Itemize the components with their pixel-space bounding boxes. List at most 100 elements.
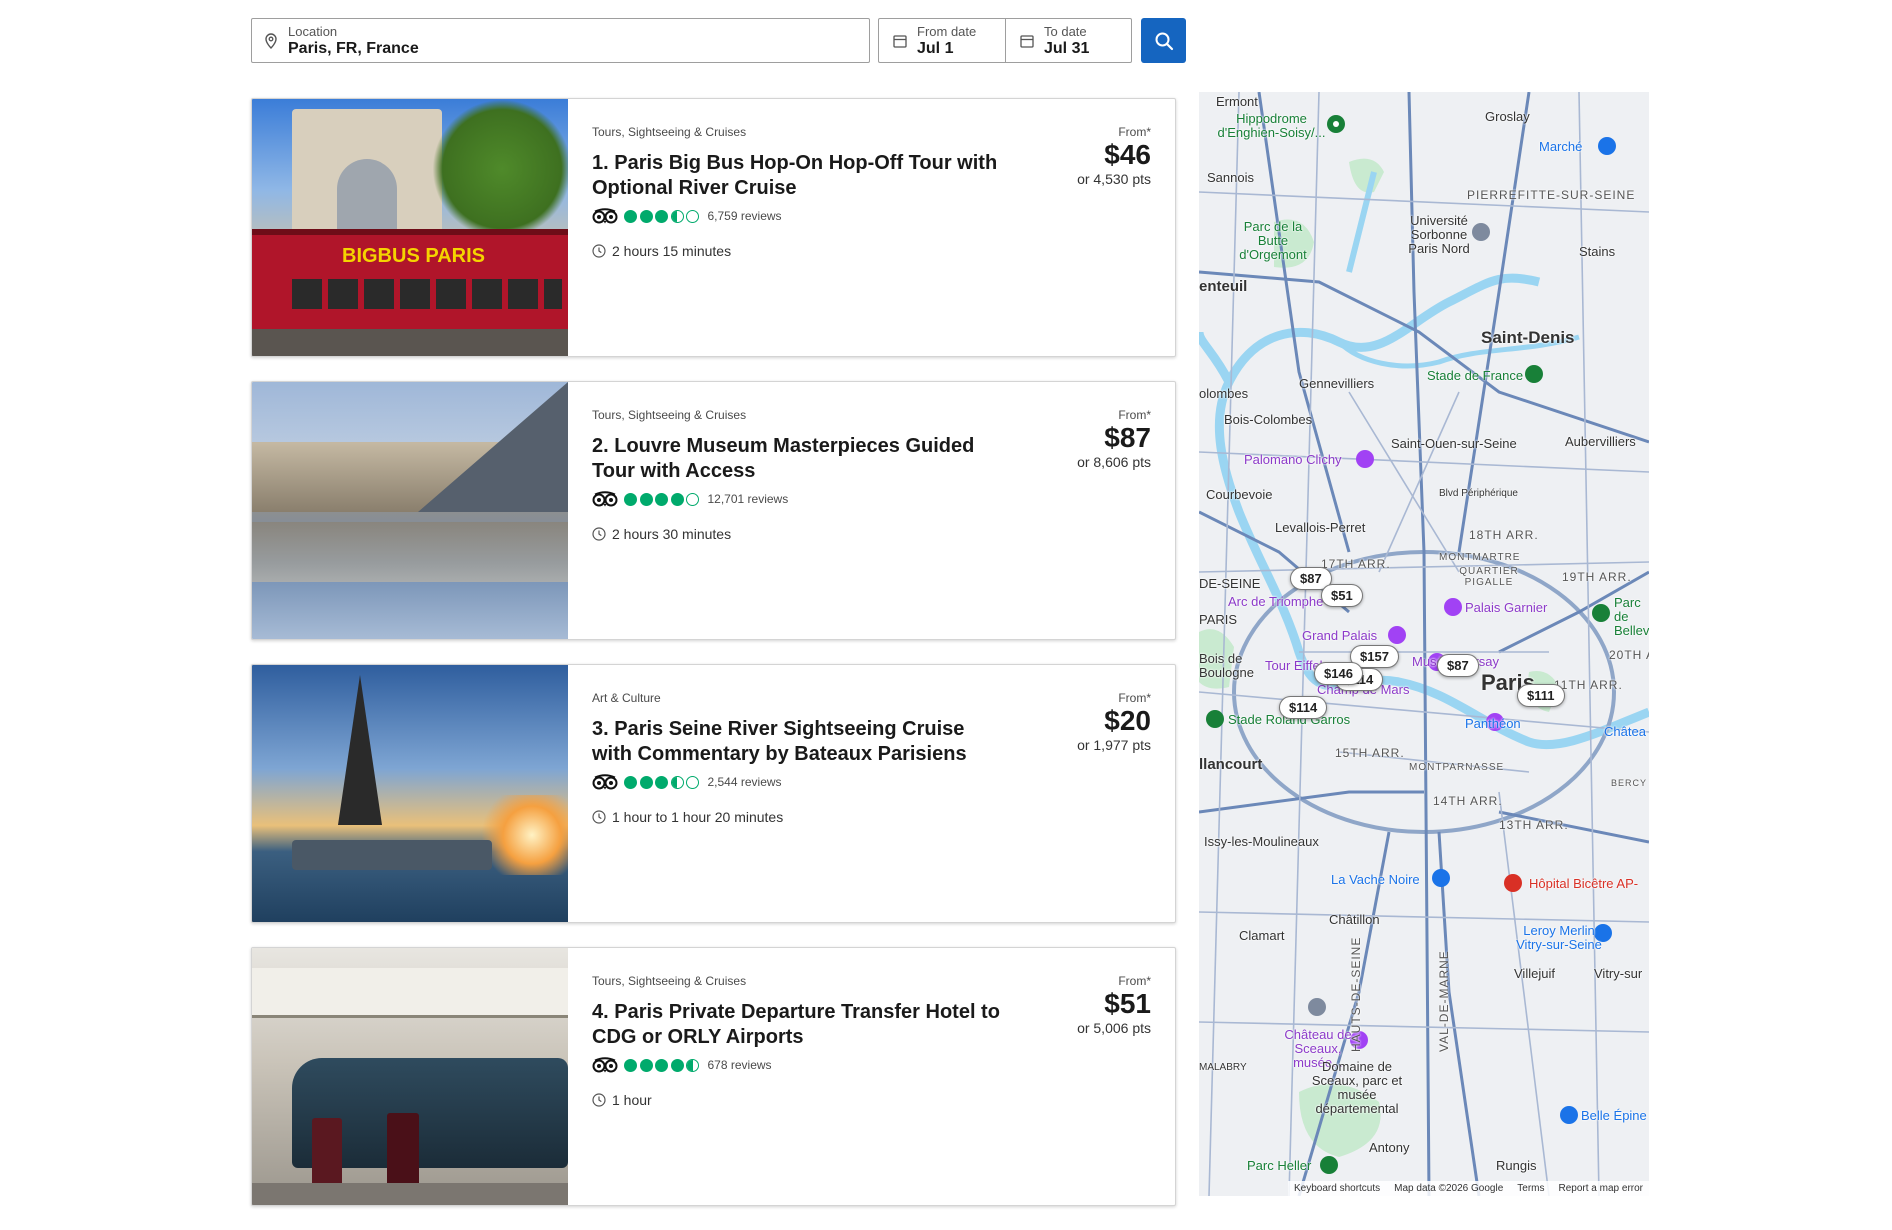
tree-shape (432, 99, 568, 239)
result-duration: 1 hour to 1 hour 20 minutes (592, 809, 1151, 825)
result-price: From* $46 or 4,530 pts (1077, 125, 1151, 187)
result-body: Tours, Sightseeing & Cruises 1. Paris Bi… (568, 99, 1175, 356)
result-body: Tours, Sightseeing & Cruises 2. Louvre M… (568, 382, 1175, 639)
map-label: MALABRY (1199, 1062, 1247, 1073)
to-date-field[interactable]: To date Jul 31 (1005, 19, 1131, 62)
duration-text: 2 hours 15 minutes (612, 243, 732, 259)
map-price-pin[interactable]: $111 (1517, 684, 1565, 707)
map-price-pin[interactable]: $114 (1279, 696, 1328, 719)
map-label: 18TH ARR. (1469, 528, 1539, 542)
tripadvisor-owl-icon (592, 491, 618, 507)
result-thumbnail[interactable] (252, 382, 568, 639)
map-label: La Vache Noire (1331, 872, 1420, 887)
clock-icon (592, 244, 606, 258)
map-label: Marché (1539, 139, 1583, 154)
map-label: Parc de la Butte d'Orgemont (1239, 219, 1307, 262)
map-label: 13TH ARR. (1499, 818, 1569, 832)
rating-bubble (686, 492, 699, 506)
eiffel-shape (338, 675, 382, 825)
result-thumbnail[interactable] (252, 665, 568, 922)
result-body: Tours, Sightseeing & Cruises 4. Paris Pr… (568, 948, 1175, 1205)
from-date-value: Jul 1 (917, 39, 954, 57)
rating-bubble (670, 492, 684, 506)
clock-icon (592, 527, 606, 541)
price-points: or 1,977 pts (1077, 737, 1151, 753)
result-duration: 1 hour (592, 1092, 1151, 1108)
map-label: 17TH ARR. (1321, 557, 1391, 571)
result-thumbnail[interactable] (252, 948, 568, 1205)
map-label: MONTMARTRE (1439, 552, 1521, 563)
rating-bubble (639, 775, 653, 789)
map-footer: Keyboard shortcuts Map data ©2026 Google… (1287, 1181, 1649, 1196)
review-count[interactable]: 12,701 reviews (708, 492, 789, 506)
result-title[interactable]: 2. Louvre Museum Masterpieces Guided Tou… (592, 434, 1002, 484)
map-label: Bois de Boulogne (1199, 651, 1254, 680)
map-label: Université Sorbonne Paris Nord (1408, 213, 1470, 256)
rating-bubble (670, 209, 684, 223)
location-field[interactable]: Location Paris, FR, France (251, 18, 870, 63)
result-card[interactable]: BIGBUS PARIS Tours, Sightseeing & Cruise… (251, 98, 1176, 357)
duration-text: 1 hour to 1 hour 20 minutes (612, 809, 784, 825)
keyboard-shortcuts-link[interactable]: Keyboard shortcuts (1294, 1183, 1380, 1194)
result-title[interactable]: 4. Paris Private Departure Transfer Hote… (592, 1000, 1002, 1050)
review-count[interactable]: 2,544 reviews (708, 775, 782, 789)
price-points: or 4,530 pts (1077, 171, 1151, 187)
map-label: Stains (1579, 244, 1616, 259)
review-count[interactable]: 6,759 reviews (708, 209, 782, 223)
map-label: Châtea (1604, 724, 1646, 739)
map-label: 15TH ARR. (1335, 746, 1405, 760)
result-thumbnail[interactable]: BIGBUS PARIS (252, 99, 568, 356)
rating-bubble (639, 492, 653, 506)
rating-bubble (655, 775, 668, 789)
result-card[interactable]: Tours, Sightseeing & Cruises 4. Paris Pr… (251, 947, 1176, 1206)
terms-link[interactable]: Terms (1517, 1183, 1544, 1194)
rating-bubble (624, 1058, 637, 1072)
reflection-shape (252, 522, 568, 582)
result-category: Art & Culture (592, 691, 661, 705)
map-label: Gennevilliers (1299, 376, 1375, 391)
to-date-label: To date (1044, 23, 1087, 39)
map-label: Hôpital Bicêtre AP- (1529, 876, 1639, 891)
report-map-error-link[interactable]: Report a map error (1559, 1183, 1643, 1194)
map-label: Leroy Merlin Vitry-sur-Seine (1516, 923, 1602, 952)
rating-bubble (639, 1058, 653, 1072)
result-rating: 6,759 reviews (592, 207, 1151, 225)
results-list: BIGBUS PARIS Tours, Sightseeing & Cruise… (251, 98, 1176, 1230)
luggage-shape (387, 1113, 419, 1188)
rating-bubble (624, 775, 637, 789)
from-date-field[interactable]: From date Jul 1 (879, 19, 1005, 62)
calendar-icon (1020, 34, 1034, 48)
map-label: Châtillon (1329, 912, 1380, 927)
map-label: 14TH ARR. (1433, 794, 1503, 808)
price-from-label: From* (1118, 408, 1151, 422)
map-label: Bois-Colombes (1224, 412, 1313, 427)
map-price-pin[interactable]: $51 (1321, 584, 1363, 607)
result-rating: 678 reviews (592, 1056, 1151, 1074)
map-label: Parc Heller (1247, 1158, 1312, 1173)
result-card[interactable]: Tours, Sightseeing & Cruises 2. Louvre M… (251, 381, 1176, 640)
review-count[interactable]: 678 reviews (708, 1058, 772, 1072)
map-price-pin[interactable]: $87 (1437, 654, 1479, 677)
result-card[interactable]: Art & Culture 3. Paris Seine River Sight… (251, 664, 1176, 923)
duration-text: 2 hours 30 minutes (612, 526, 732, 542)
map-price-pin[interactable]: $146 (1314, 662, 1363, 685)
search-button[interactable] (1141, 18, 1186, 63)
map-label: Parc de Belleville (1614, 595, 1649, 638)
map-label: Saint-Ouen-sur-Seine (1391, 436, 1517, 451)
location-label: Location (288, 23, 338, 39)
search-icon (1155, 32, 1173, 50)
map-label: Saint-Denis (1481, 328, 1575, 347)
location-value: Paris, FR, France (288, 39, 419, 57)
map-label: Ermont (1216, 94, 1258, 109)
results-map[interactable]: Ermont Groslay Hippodrome d'Enghien-Sois… (1199, 92, 1649, 1196)
map-label: enteuil (1199, 278, 1248, 295)
rating-bubbles (624, 492, 702, 506)
map-label: Grand Palais (1302, 628, 1378, 643)
map-label: PIERREFITTE-SUR-SEINE (1467, 188, 1636, 202)
rating-bubble (655, 492, 668, 506)
rating-bubble (670, 1058, 684, 1072)
price-points: or 8,606 pts (1077, 454, 1151, 470)
result-title[interactable]: 1. Paris Big Bus Hop-On Hop-Off Tour wit… (592, 151, 1002, 201)
result-title[interactable]: 3. Paris Seine River Sightseeing Cruise … (592, 717, 1002, 767)
map-label: Antony (1369, 1140, 1410, 1155)
